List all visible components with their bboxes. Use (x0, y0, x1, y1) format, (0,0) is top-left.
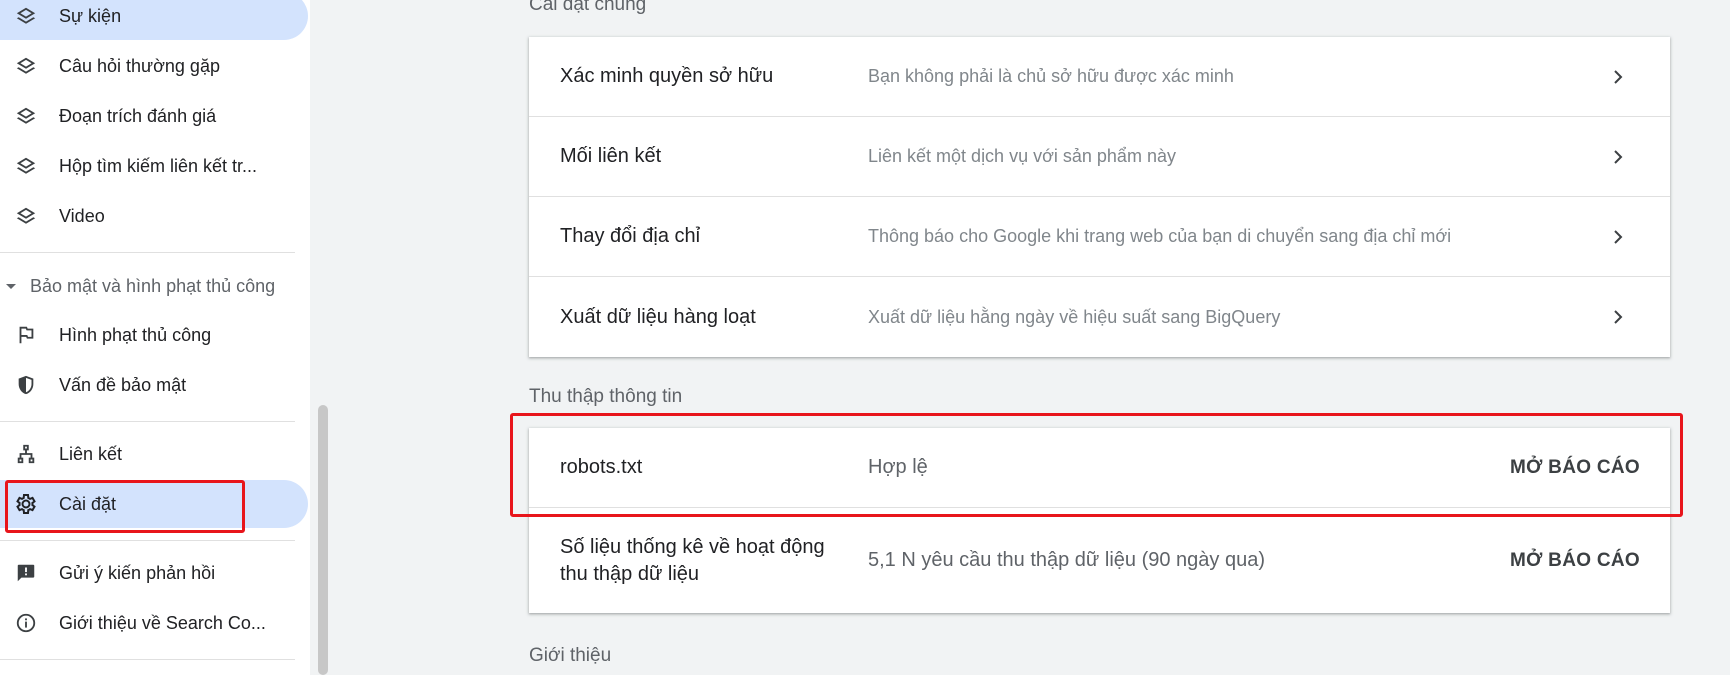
sidebar-item-manual-actions[interactable]: Hình phạt thủ công (0, 311, 308, 359)
sidebar-item-label: Sự kiện (59, 5, 122, 26)
settings-row-associations[interactable]: Mối liên kết Liên kết một dịch vụ với sả… (529, 117, 1670, 197)
settings-row-change-address[interactable]: Thay đổi địa chỉ Thông báo cho Google kh… (529, 197, 1670, 277)
row-description: Liên kết một dịch vụ với sản phẩm này (868, 146, 1176, 166)
row-title: robots.txt (560, 456, 643, 478)
row-title: Số liệu thống kê về hoạt động thu thập d… (560, 535, 825, 585)
security-section-label: Bảo mật và hình phạt thủ công (30, 275, 276, 296)
row-description: 5,1 N yêu cầu thu thập dữ liệu (90 ngày … (868, 549, 1265, 571)
row-description: Bạn không phải là chủ sở hữu được xác mi… (868, 66, 1234, 86)
sidebar-item-label: Gửi ý kiến phản hồi (59, 562, 216, 583)
shield-icon (14, 373, 38, 397)
sidebar-item-label: Hộp tìm kiếm liên kết tr... (59, 155, 258, 176)
sidebar-divider (0, 421, 295, 422)
row-title: Xác minh quyền sở hữu (560, 65, 774, 87)
sidebar-item-security-issues[interactable]: Vấn đề bảo mật (0, 361, 308, 409)
sidebar-item-label: Vấn đề bảo mật (59, 374, 187, 395)
row-title: Mối liên kết (560, 145, 662, 167)
crawl-row-robots[interactable]: robots.txt Hợp lệ MỞ BÁO CÁO (529, 428, 1670, 508)
sidebar-item-review-snippets[interactable]: Đoạn trích đánh giá (0, 92, 308, 140)
sidebar-item-label: Hình phạt thủ công (59, 324, 212, 345)
settings-row-bulk-export[interactable]: Xuất dữ liệu hàng loạt Xuất dữ liệu hằng… (529, 277, 1670, 357)
sidebar-item-label: Liên kết (59, 443, 123, 464)
sidebar-divider (0, 659, 295, 660)
row-status: Hợp lệ (868, 456, 928, 478)
crawling-title: Thu thập thông tin (529, 386, 683, 407)
layers-icon (14, 4, 38, 28)
gear-icon (14, 492, 38, 516)
chevron-right-icon (1614, 70, 1623, 84)
row-title: Thay đổi địa chỉ (560, 225, 701, 247)
sidebar-item-label: Câu hỏi thường gặp (59, 55, 220, 76)
sidebar-divider (0, 252, 295, 253)
sidebar-item-label: Giới thiệu về Search Co... (59, 612, 266, 633)
open-report-button[interactable]: MỞ BÁO CÁO (1510, 428, 1640, 507)
crawling-card: robots.txt Hợp lệ MỞ BÁO CÁO Số liệu thố… (529, 428, 1670, 613)
sidebar-item-about[interactable]: Giới thiệu về Search Co... (0, 599, 308, 647)
general-settings-title: Cài đặt chung (529, 0, 647, 15)
about-title: Giới thiệu (529, 645, 612, 666)
sidebar-item-label: Đoạn trích đánh giá (59, 105, 217, 126)
layers-icon (14, 154, 38, 178)
crawl-row-crawl-stats[interactable]: Số liệu thống kê về hoạt động thu thập d… (529, 508, 1670, 613)
caret-down-icon (6, 284, 16, 289)
layers-icon (14, 54, 38, 78)
general-settings-card: Xác minh quyền sở hữu Bạn không phải là … (529, 37, 1670, 357)
sidebar-item-events[interactable]: Sự kiện (0, 0, 308, 40)
sidebar-divider (0, 540, 295, 541)
sidebar-item-label: Cài đặt (59, 493, 117, 514)
info-icon (14, 611, 38, 635)
open-report-button[interactable]: MỞ BÁO CÁO (1510, 508, 1640, 613)
chevron-right-icon (1614, 310, 1623, 324)
chevron-right-icon (1614, 150, 1623, 164)
sidebar-item-links[interactable]: Liên kết (0, 430, 308, 478)
sidebar-item-faq[interactable]: Câu hỏi thường gặp (0, 42, 308, 90)
sidebar-item-settings[interactable]: Cài đặt (0, 480, 308, 528)
sitemap-icon (14, 442, 38, 466)
sidebar-item-sitelinks-searchbox[interactable]: Hộp tìm kiếm liên kết tr... (0, 142, 308, 190)
sidebar-item-video[interactable]: Video (0, 192, 308, 240)
chevron-right-icon (1614, 230, 1623, 244)
feedback-icon (14, 561, 38, 585)
sidebar-scrollbar[interactable] (318, 405, 328, 675)
sidebar: Sự kiện Câu hỏi thường gặp Đoạn trích đá… (0, 0, 310, 675)
row-title: Xuất dữ liệu hàng loạt (560, 305, 756, 328)
layers-icon (14, 104, 38, 128)
flag-icon (14, 323, 38, 347)
layers-icon (14, 204, 38, 228)
row-description: Xuất dữ liệu hằng ngày về hiệu suất sang… (868, 306, 1281, 327)
sidebar-item-label: Video (59, 205, 105, 226)
row-description: Thông báo cho Google khi trang web của b… (868, 226, 1452, 246)
sidebar-item-feedback[interactable]: Gửi ý kiến phản hồi (0, 549, 308, 597)
settings-row-ownership[interactable]: Xác minh quyền sở hữu Bạn không phải là … (529, 37, 1670, 117)
